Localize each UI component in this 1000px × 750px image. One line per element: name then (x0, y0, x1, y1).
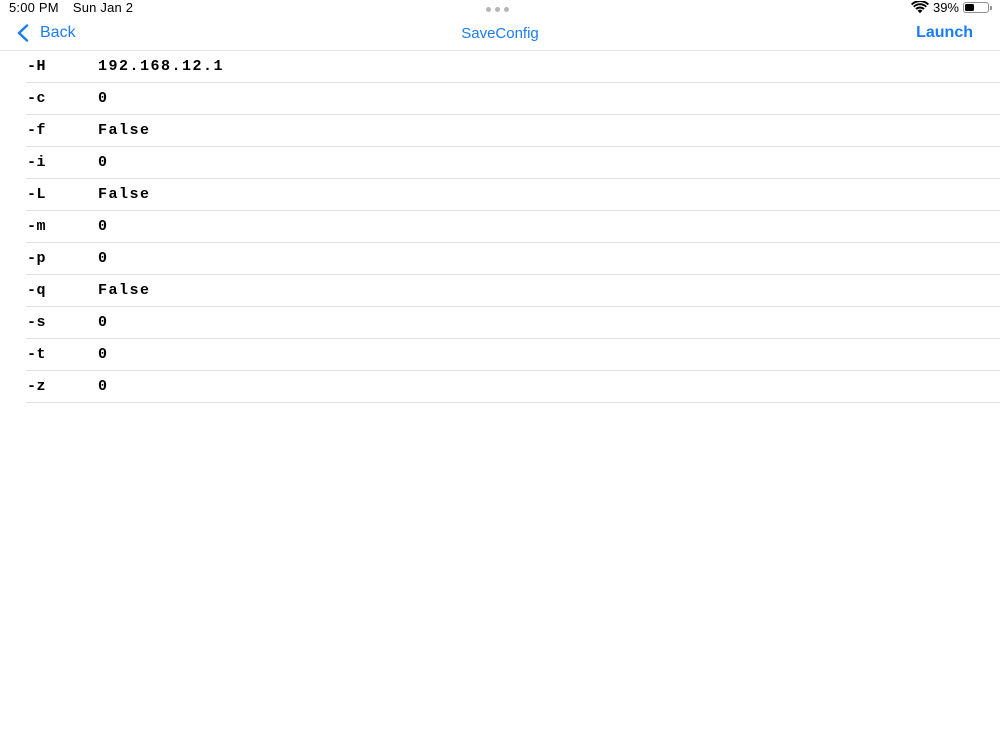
launch-button[interactable]: Launch (916, 16, 973, 50)
config-flag: -c (27, 90, 47, 107)
config-row-H[interactable]: -H 192.168.12.1 (26, 51, 1000, 83)
config-row-t[interactable]: -t 0 (26, 339, 1000, 371)
battery-icon (963, 2, 992, 13)
config-value: False (98, 282, 151, 299)
wifi-icon (910, 1, 929, 14)
config-list: -H 192.168.12.1 -c 0 -f False -i 0 -L Fa… (26, 51, 1000, 403)
navigation-bar: Back SaveConfig Launch (0, 16, 1000, 51)
battery-fill (965, 4, 974, 11)
config-flag: -m (27, 218, 47, 235)
status-time: 5:00 PM (9, 0, 59, 15)
config-value: 192.168.12.1 (98, 58, 225, 75)
config-value: 0 (98, 314, 109, 331)
multitask-dots-icon[interactable] (486, 7, 509, 12)
config-row-c[interactable]: -c 0 (26, 83, 1000, 115)
status-date: Sun Jan 2 (72, 0, 134, 15)
config-value: 0 (98, 154, 109, 171)
page-title: SaveConfig (461, 24, 539, 42)
config-flag: -q (27, 282, 47, 299)
config-flag: -H (27, 58, 47, 75)
config-value: 0 (98, 378, 109, 395)
config-row-p[interactable]: -p 0 (26, 243, 1000, 275)
config-flag: -i (27, 154, 47, 171)
config-value: 0 (98, 346, 109, 363)
config-row-q[interactable]: -q False (26, 275, 1000, 307)
config-value: 0 (98, 250, 109, 267)
config-flag: -t (27, 346, 47, 363)
config-row-i[interactable]: -i 0 (26, 147, 1000, 179)
config-row-f[interactable]: -f False (26, 115, 1000, 147)
config-value: False (98, 122, 151, 139)
config-value: 0 (98, 90, 109, 107)
config-value: False (98, 186, 151, 203)
config-flag: -f (27, 122, 47, 139)
status-left: 5:00 PM Sun Jan 2 (9, 0, 133, 15)
status-right: 39% (910, 0, 992, 15)
config-flag: -z (27, 378, 47, 395)
battery-percent: 39% (932, 0, 959, 15)
config-row-s[interactable]: -s 0 (26, 307, 1000, 339)
config-row-m[interactable]: -m 0 (26, 211, 1000, 243)
config-flag: -L (27, 186, 47, 203)
config-flag: -p (27, 250, 47, 267)
status-bar: 5:00 PM Sun Jan 2 39% (0, 0, 1000, 16)
config-flag: -s (27, 314, 47, 331)
config-row-z[interactable]: -z 0 (26, 371, 1000, 403)
config-value: 0 (98, 218, 109, 235)
config-row-L[interactable]: -L False (26, 179, 1000, 211)
